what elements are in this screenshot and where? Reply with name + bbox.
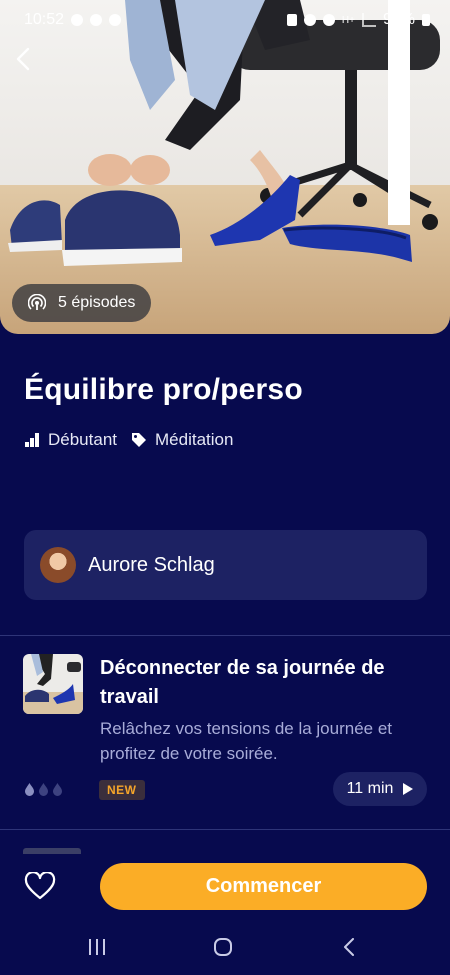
- battery-icon: [422, 14, 430, 26]
- list-item[interactable]: Déconnecter de sa journée de travail Rel…: [0, 636, 450, 830]
- flame-icon: [25, 783, 34, 796]
- signal-bars-icon: [25, 433, 39, 447]
- category-label: Méditation: [155, 430, 234, 449]
- author-name: Aurore Schlag: [88, 553, 215, 576]
- episode-title: Déconnecter de sa journée de travail: [100, 657, 385, 708]
- signal-icon: [361, 13, 376, 27]
- difficulty-indicator: [24, 783, 63, 796]
- program-title: Équilibre pro/perso: [24, 373, 303, 406]
- heart-outline-icon: [24, 872, 56, 900]
- back-arrow-icon: [344, 938, 354, 956]
- chevron-left-icon: [16, 47, 30, 71]
- notification-icon: [71, 14, 84, 26]
- flame-icon: [53, 783, 62, 796]
- favorite-button[interactable]: [22, 868, 58, 904]
- cloud-icon: [109, 14, 122, 26]
- system-nav-bar: [0, 920, 450, 975]
- new-badge: NEW: [99, 780, 145, 800]
- episode-thumbnail-image: [23, 654, 83, 714]
- episodes-count-label: 5 épisodes: [58, 294, 136, 311]
- next-episode-thumbnail: [23, 848, 81, 854]
- status-time: 10:52: [24, 11, 65, 28]
- play-icon: [403, 783, 414, 795]
- level-label: Débutant: [48, 430, 117, 449]
- play-episode-button[interactable]: 11 min: [333, 772, 427, 806]
- recent-apps-icon: [89, 939, 105, 955]
- mute-icon: [322, 14, 335, 26]
- flame-icon: [39, 783, 48, 796]
- episode-duration: 11 min: [346, 780, 394, 797]
- author-card[interactable]: Aurore Schlag: [24, 530, 427, 600]
- level-tag: Débutant: [25, 430, 117, 450]
- battery-percent: 94%: [382, 11, 415, 28]
- alarm-icon: [303, 14, 316, 26]
- podcast-icon: [28, 294, 46, 310]
- sim-icon: [286, 14, 297, 26]
- category-tag: Méditation: [131, 430, 233, 450]
- start-button[interactable]: Commencer: [100, 863, 427, 910]
- bell-icon: [90, 14, 103, 26]
- bottom-action-bar: Commencer: [0, 855, 450, 919]
- avatar: [40, 547, 76, 583]
- divider: [0, 829, 450, 830]
- network-label: H+: [341, 14, 355, 26]
- back-button[interactable]: [10, 44, 36, 74]
- episode-thumbnail: [23, 654, 83, 714]
- status-bar: 10:52 H+ 94%: [0, 0, 450, 40]
- episodes-count-pill: 5 épisodes: [12, 284, 152, 322]
- tag-icon: [132, 433, 146, 447]
- episode-description: Relâchez vos tensions de la journée et p…: [100, 719, 393, 763]
- recent-apps-button[interactable]: [77, 932, 117, 962]
- hero-image: 10:52 H+ 94% 5 épisodes: [0, 0, 450, 334]
- program-meta: Débutant Méditation: [25, 430, 233, 450]
- home-icon: [214, 938, 232, 956]
- home-button[interactable]: [203, 932, 243, 962]
- system-back-button[interactable]: [329, 932, 369, 962]
